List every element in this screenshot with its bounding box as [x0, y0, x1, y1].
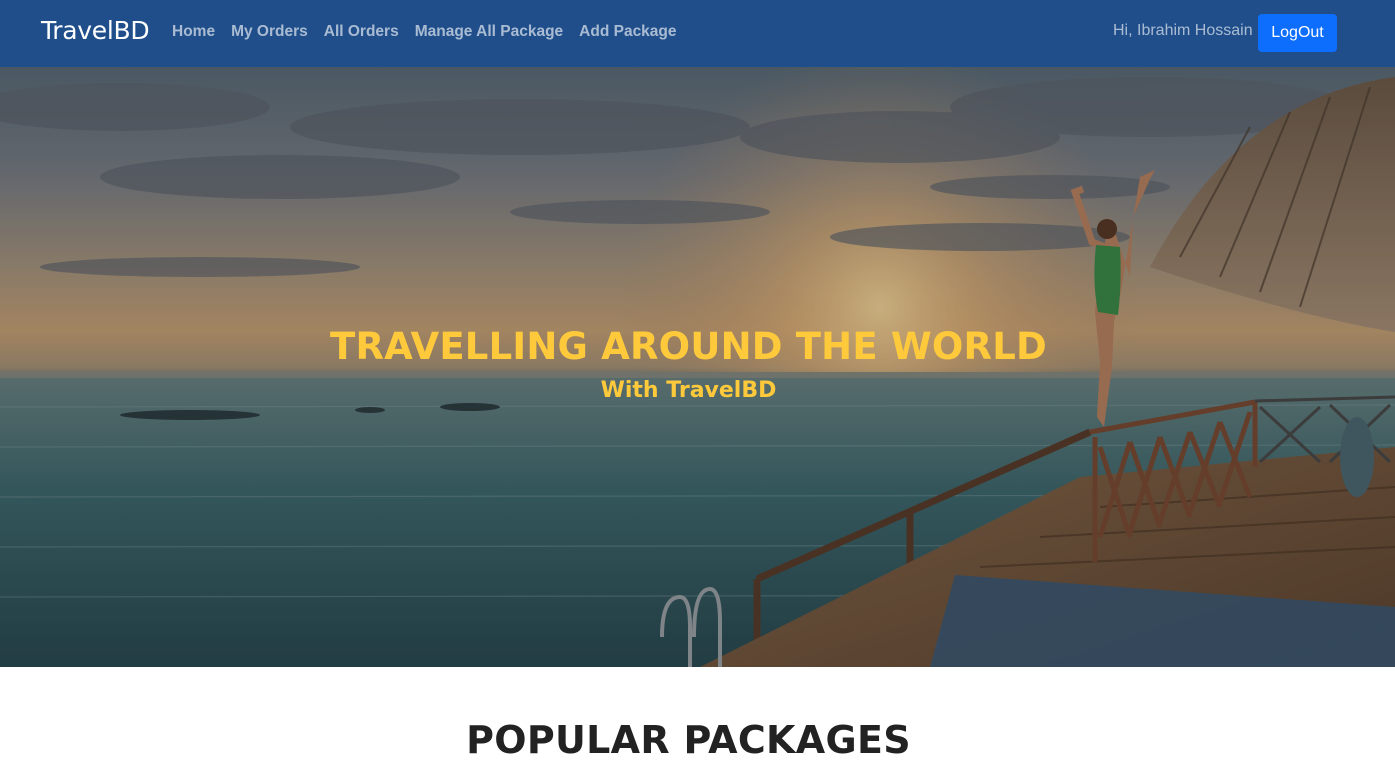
nav-link-all-orders[interactable]: All Orders: [324, 23, 399, 41]
nav-link-home[interactable]: Home: [172, 23, 215, 41]
hero-banner: TRAVELLING AROUND THE WORLD With TravelB…: [0, 67, 1395, 667]
nav-link-manage-all-package[interactable]: Manage All Package: [415, 23, 563, 41]
hero-title: TRAVELLING AROUND THE WORLD: [330, 325, 1047, 368]
hero-subtitle: With TravelBD: [600, 378, 777, 403]
popular-packages-heading: POPULAR PACKAGES: [466, 718, 911, 762]
nav-link-add-package[interactable]: Add Package: [579, 23, 676, 41]
logout-button[interactable]: LogOut: [1258, 14, 1337, 52]
brand-logo[interactable]: TravelBD: [41, 16, 150, 45]
user-greeting: Hi, Ibrahim Hossain: [1113, 22, 1253, 39]
nav-links: Home My Orders All Orders Manage All Pac…: [172, 23, 677, 41]
navbar: TravelBD Home My Orders All Orders Manag…: [0, 0, 1395, 67]
nav-link-my-orders[interactable]: My Orders: [231, 23, 308, 41]
